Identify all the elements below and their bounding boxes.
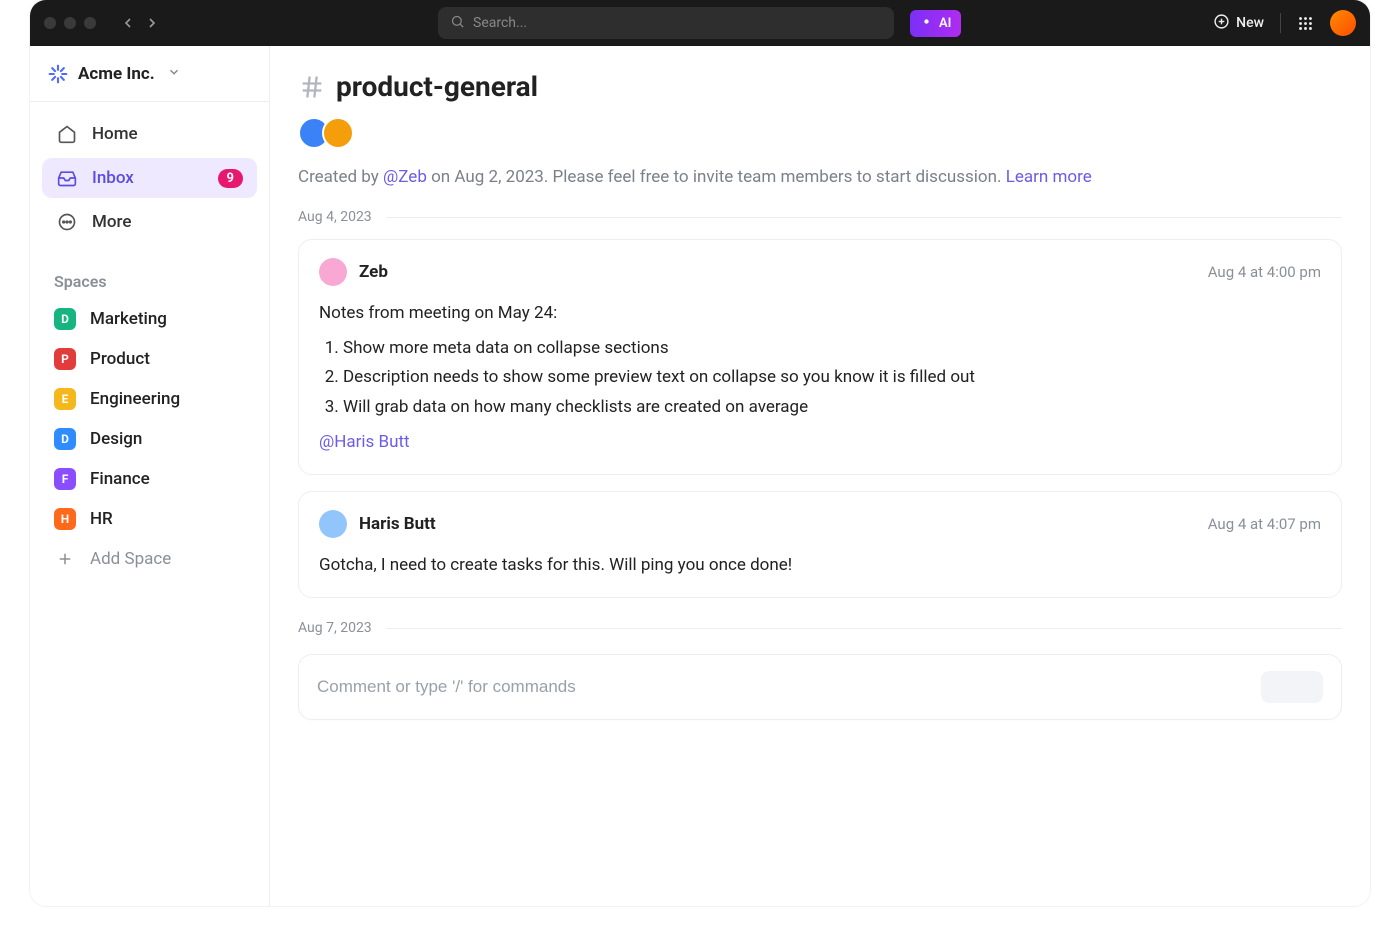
space-item-finance[interactable]: F Finance bbox=[30, 459, 269, 499]
window-controls bbox=[44, 17, 96, 29]
space-icon: P bbox=[54, 348, 76, 370]
minimize-window[interactable] bbox=[64, 17, 76, 29]
workspace-logo-icon bbox=[48, 64, 68, 84]
nav-more[interactable]: More bbox=[42, 202, 257, 242]
message-list-item: Description needs to show some preview t… bbox=[343, 364, 1321, 391]
message-timestamp: Aug 4 at 4:07 pm bbox=[1208, 515, 1321, 533]
space-label: Marketing bbox=[90, 309, 167, 329]
space-item-marketing[interactable]: D Marketing bbox=[30, 299, 269, 339]
nav-inbox-label: Inbox bbox=[92, 168, 134, 188]
new-label: New bbox=[1236, 15, 1264, 31]
created-prefix: Created by bbox=[298, 167, 383, 187]
divider bbox=[1280, 13, 1281, 33]
space-label: Design bbox=[90, 429, 142, 449]
date-label: Aug 7, 2023 bbox=[298, 620, 372, 636]
space-icon: H bbox=[54, 508, 76, 530]
search-icon bbox=[450, 14, 465, 33]
message-mention[interactable]: @Haris Butt bbox=[319, 429, 1321, 456]
nav-inbox[interactable]: Inbox 9 bbox=[42, 158, 257, 198]
space-item-engineering[interactable]: E Engineering bbox=[30, 379, 269, 419]
nav-forward[interactable] bbox=[144, 15, 160, 31]
channel-title: product-general bbox=[336, 70, 538, 103]
search-placeholder: Search... bbox=[473, 15, 527, 31]
space-icon: D bbox=[54, 308, 76, 330]
space-label: Finance bbox=[90, 469, 150, 489]
nav-home-label: Home bbox=[92, 124, 138, 144]
message-timestamp: Aug 4 at 4:00 pm bbox=[1208, 263, 1321, 281]
close-window[interactable] bbox=[44, 17, 56, 29]
space-icon: D bbox=[54, 428, 76, 450]
spaces-header: Spaces bbox=[30, 254, 269, 299]
author-avatar[interactable] bbox=[319, 510, 347, 538]
message-author: Zeb bbox=[359, 262, 388, 282]
main-content: product-general Created by @Zeb on Aug 2… bbox=[270, 46, 1370, 906]
message-text: Gotcha, I need to create tasks for this.… bbox=[319, 552, 1321, 579]
channel-description: Created by @Zeb on Aug 2, 2023. Please f… bbox=[298, 167, 1342, 187]
comment-composer[interactable] bbox=[298, 654, 1342, 720]
created-suffix: on Aug 2, 2023. Please feel free to invi… bbox=[427, 167, 1006, 187]
learn-more-link[interactable]: Learn more bbox=[1006, 167, 1092, 187]
ai-button[interactable]: AI bbox=[910, 10, 961, 37]
message-list-item: Will grab data on how many checklists ar… bbox=[343, 394, 1321, 421]
ai-label: AI bbox=[939, 16, 951, 31]
nav-more-label: More bbox=[92, 212, 131, 232]
nav-home[interactable]: Home bbox=[42, 114, 257, 154]
plus-icon bbox=[54, 550, 76, 568]
author-avatar[interactable] bbox=[319, 258, 347, 286]
add-space-button[interactable]: Add Space bbox=[30, 539, 269, 579]
workspace-name: Acme Inc. bbox=[78, 64, 155, 84]
space-label: HR bbox=[90, 509, 113, 529]
nav-back[interactable] bbox=[120, 15, 136, 31]
member-avatar[interactable] bbox=[322, 117, 354, 149]
channel-members[interactable] bbox=[298, 117, 1342, 149]
date-divider: Aug 7, 2023 bbox=[298, 620, 1342, 636]
inbox-icon bbox=[56, 168, 78, 188]
message-author: Haris Butt bbox=[359, 514, 436, 534]
chevron-down-icon bbox=[167, 64, 181, 84]
inbox-badge: 9 bbox=[218, 169, 243, 188]
add-space-label: Add Space bbox=[90, 549, 171, 569]
comment-input[interactable] bbox=[317, 677, 1249, 697]
plus-circle-icon bbox=[1213, 13, 1230, 34]
space-label: Product bbox=[90, 349, 150, 369]
hash-icon bbox=[298, 73, 326, 101]
date-label: Aug 4, 2023 bbox=[298, 209, 372, 225]
message-list: Show more meta data on collapse sections… bbox=[343, 335, 1321, 421]
search-input[interactable]: Search... bbox=[438, 7, 894, 39]
sparkle-icon bbox=[920, 15, 933, 32]
date-divider: Aug 4, 2023 bbox=[298, 209, 1342, 225]
user-avatar[interactable] bbox=[1330, 10, 1356, 36]
space-label: Engineering bbox=[90, 389, 180, 409]
maximize-window[interactable] bbox=[84, 17, 96, 29]
apps-grid-icon[interactable] bbox=[1297, 15, 1314, 32]
message-card: Zeb Aug 4 at 4:00 pm Notes from meeting … bbox=[298, 239, 1342, 475]
more-icon bbox=[56, 212, 78, 232]
space-icon: F bbox=[54, 468, 76, 490]
space-icon: E bbox=[54, 388, 76, 410]
space-item-hr[interactable]: H HR bbox=[30, 499, 269, 539]
message-card: Haris Butt Aug 4 at 4:07 pm Gotcha, I ne… bbox=[298, 491, 1342, 598]
home-icon bbox=[56, 124, 78, 144]
new-button[interactable]: New bbox=[1213, 13, 1264, 34]
workspace-switcher[interactable]: Acme Inc. bbox=[30, 46, 269, 102]
topbar: Search... AI New bbox=[30, 0, 1370, 46]
creator-mention[interactable]: @Zeb bbox=[383, 167, 427, 187]
sidebar: Acme Inc. Home Inbox 9 bbox=[30, 46, 270, 906]
space-item-product[interactable]: P Product bbox=[30, 339, 269, 379]
message-intro: Notes from meeting on May 24: bbox=[319, 300, 1321, 327]
send-button[interactable] bbox=[1261, 671, 1323, 703]
space-item-design[interactable]: D Design bbox=[30, 419, 269, 459]
message-list-item: Show more meta data on collapse sections bbox=[343, 335, 1321, 362]
